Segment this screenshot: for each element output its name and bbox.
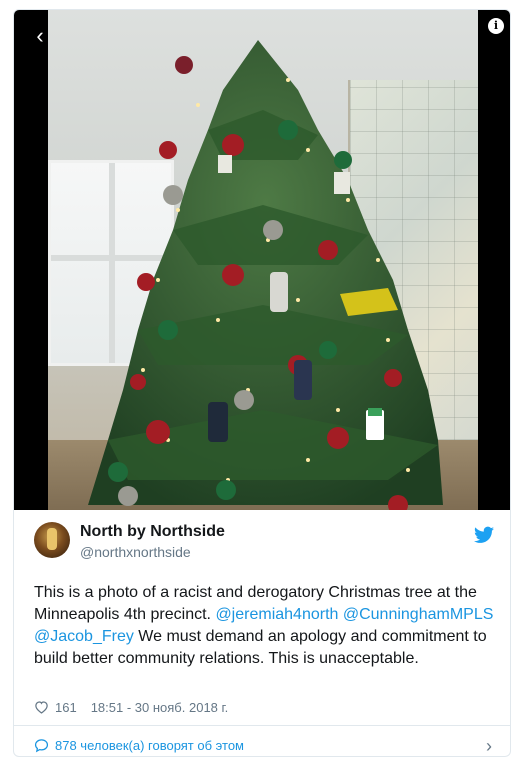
divider <box>14 725 510 726</box>
chevron-right-icon[interactable]: › <box>486 736 492 756</box>
author-name[interactable]: North by Northside <box>80 523 225 541</box>
christmas-tree <box>88 40 443 510</box>
tweet-meta: 161 18:51 - 30 нояб. 2018 г. <box>34 698 228 716</box>
christmas-tree-photo[interactable] <box>48 10 478 510</box>
author-handle[interactable]: @northxnorthside <box>80 544 191 560</box>
mention-jacob-frey[interactable]: @Jacob_Frey <box>34 628 134 645</box>
back-arrow-icon[interactable]: ‹ <box>28 24 52 48</box>
tweet-author[interactable]: North by Northside @northxnorthside <box>34 522 494 566</box>
tweet-media[interactable]: ‹ i <box>14 10 510 510</box>
twitter-bird-icon[interactable] <box>474 526 494 544</box>
conversation-link[interactable]: 878 человек(а) говорят об этом <box>34 738 244 753</box>
like-count[interactable]: 161 <box>55 700 77 715</box>
heart-icon[interactable] <box>34 700 49 714</box>
avatar[interactable] <box>34 522 70 558</box>
mention-jeremiah4north[interactable]: @jeremiah4north <box>215 606 338 623</box>
conversation-label[interactable]: 878 человек(а) говорят об этом <box>55 738 244 753</box>
timestamp[interactable]: 18:51 - 30 нояб. 2018 г. <box>91 700 229 715</box>
tweet-card: ‹ i North by Northside @northxnorthside … <box>13 9 511 757</box>
tweet-text: This is a photo of a racist and derogato… <box>34 582 494 670</box>
speech-bubble-icon <box>34 739 49 753</box>
mention-cunninghammpls[interactable]: @CunninghamMPLS <box>343 606 494 623</box>
info-icon[interactable]: i <box>488 18 504 34</box>
